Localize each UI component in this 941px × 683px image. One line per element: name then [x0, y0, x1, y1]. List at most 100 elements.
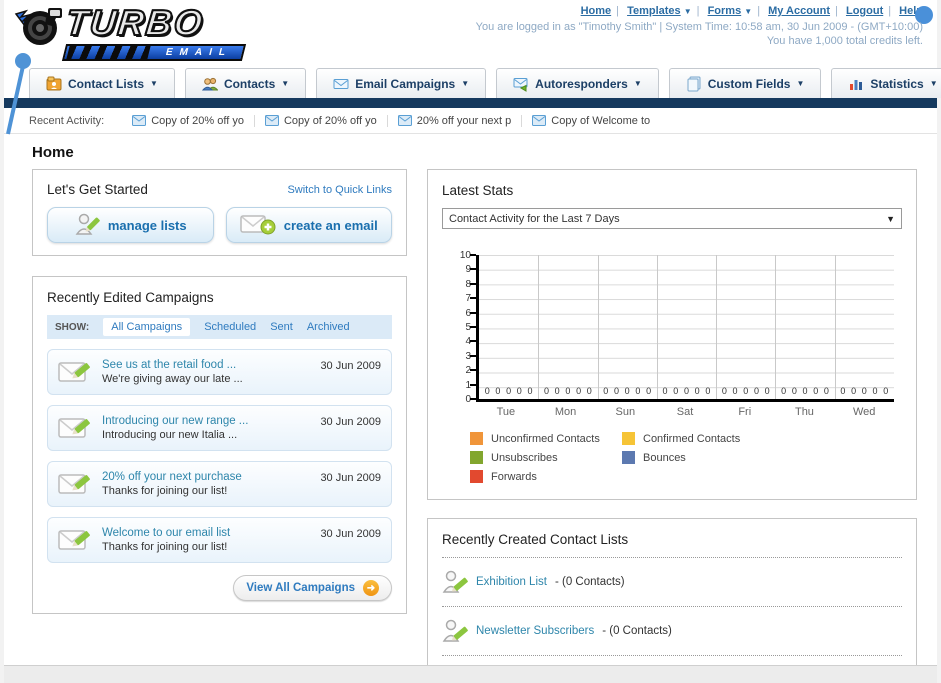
campaign-title-link[interactable]: Welcome to our email list [102, 527, 320, 539]
legend-swatch [470, 432, 483, 445]
x-axis-label: Tue [496, 406, 516, 418]
y-axis-tick-mark [470, 326, 476, 328]
top-link-my-account[interactable]: My Account [768, 5, 830, 17]
chart-vertical-gridline [597, 255, 599, 399]
chart-value-label: 0 [861, 386, 867, 396]
chart-plot-area: 10 9 8 7 6 5 4 3 2 1 0 0 0 0 0 0 0 0 0 0 0 0 0 0 0 0 0 0 0 0 0 0 0 0 0 0 0 0 0… [460, 250, 894, 405]
contact-list-link[interactable]: Exhibition List [476, 576, 547, 588]
tab-label: Custom Fields [707, 76, 791, 91]
credits-text: You have 1,000 total credits left. [766, 35, 923, 47]
contact-list-count: - (0 Contacts) [554, 576, 625, 588]
recent-activity-item[interactable]: 20% off your next p [388, 114, 523, 127]
filter-scheduled[interactable]: Scheduled [204, 321, 256, 333]
chart-value-label: 0 [743, 386, 749, 396]
create-email-button[interactable]: create an email [225, 207, 392, 243]
tab-label: Autoresponders [535, 76, 628, 91]
email-campaigns-icon [333, 76, 349, 92]
footer-strip [4, 665, 937, 683]
chart-value-label: 0 [764, 386, 770, 396]
chevron-down-icon: ▼ [886, 213, 895, 224]
contact-lists-icon [46, 76, 62, 92]
chart-value-label: 0 [840, 386, 846, 396]
nav-divider-bar [4, 98, 937, 108]
x-axis-label: Mon [554, 406, 577, 418]
envelope-pencil-icon [58, 359, 92, 385]
campaign-date: 30 Jun 2009 [320, 416, 381, 428]
chart-day-values: 00000 [716, 386, 775, 396]
campaign-row[interactable]: Welcome to our email list Thanks for joi… [47, 517, 392, 563]
latest-stats-panel: Latest Stats Contact Activity for the La… [427, 169, 917, 500]
tab-email-campaigns[interactable]: Email Campaigns ▼ [316, 68, 487, 98]
chart-value-label: 0 [781, 386, 787, 396]
campaign-row[interactable]: 20% off your next purchase Thanks for jo… [47, 461, 392, 507]
divider [442, 557, 902, 558]
chevron-down-icon: ▼ [461, 79, 470, 88]
filter-archived[interactable]: Archived [307, 321, 350, 333]
chevron-down-icon: ▼ [150, 79, 158, 88]
campaign-title-link[interactable]: 20% off your next purchase [102, 471, 320, 483]
recent-activity-item[interactable]: Copy of 20% off yo [255, 114, 388, 127]
y-axis-tick-mark [470, 297, 476, 300]
top-link-logout[interactable]: Logout [846, 5, 883, 17]
arrow-right-icon: ➜ [363, 580, 379, 596]
tab-statistics[interactable]: Statistics ▼ [831, 68, 941, 98]
stats-dropdown[interactable]: Contact Activity for the Last 7 Days ▼ [442, 208, 902, 229]
chart-value-label: 0 [802, 386, 808, 396]
y-axis-tick-mark [470, 398, 476, 400]
get-started-title: Let's Get Started [47, 182, 148, 197]
chart-legend: Unconfirmed Contacts Confirmed Contacts Un… [470, 432, 902, 483]
envelope-pencil-icon [58, 415, 92, 441]
legend-label: Unsubscribes [491, 451, 558, 464]
envelope-icon [532, 115, 547, 126]
recent-activity-text: Copy of 20% off yo [283, 114, 377, 127]
chart-day-values: 00000 [657, 386, 716, 396]
manage-lists-button[interactable]: manage lists [47, 207, 214, 243]
campaign-title-link[interactable]: See us at the retail food ... [102, 359, 320, 371]
chevron-down-icon: ▼ [281, 79, 290, 88]
tab-contacts[interactable]: Contacts ▼ [184, 68, 307, 98]
campaign-title-link[interactable]: Introducing our new range ... [102, 415, 320, 427]
top-link-templates[interactable]: Templates [627, 5, 681, 17]
recent-activity-item[interactable]: Copy of Welcome to [522, 115, 660, 127]
main-nav-tabs: Contact Lists ▼ Contacts ▼ Email Campaig… [4, 68, 941, 98]
chart-value-label: 0 [813, 386, 819, 396]
chart-value-label: 0 [732, 386, 738, 396]
envelope-pencil-icon [58, 471, 92, 497]
tab-autoresponders[interactable]: Autoresponders ▼ [496, 68, 659, 98]
contact-lists-title: Recently Created Contact Lists [442, 532, 629, 547]
switch-quick-links[interactable]: Switch to Quick Links [287, 184, 392, 196]
left-column: Let's Get Started Switch to Quick Links … [32, 169, 407, 614]
chart-value-label: 0 [646, 386, 652, 396]
legend-label: Bounces [643, 451, 686, 464]
filter-sent[interactable]: Sent [270, 321, 293, 333]
tab-custom-fields[interactable]: Custom Fields ▼ [668, 68, 822, 98]
y-axis-tick-label: 10 [459, 250, 471, 261]
top-link-home[interactable]: Home [581, 5, 612, 17]
contact-list-link[interactable]: Newsletter Subscribers [476, 625, 594, 637]
logo-email-banner: EMAIL [61, 44, 247, 61]
contact-list-row[interactable]: Newsletter Subscribers - (0 Contacts) [442, 615, 902, 647]
recent-activity-item[interactable]: Copy of 20% off yo [122, 114, 255, 127]
contact-lists-panel: Recently Created Contact Lists Exhibitio… [427, 518, 917, 683]
contact-list-row[interactable]: Exhibition List - (0 Contacts) [442, 566, 902, 598]
filter-all-campaigns[interactable]: All Campaigns [103, 318, 191, 336]
recent-activity-text: 20% off your next p [416, 114, 512, 127]
top-link-forms[interactable]: Forms [708, 5, 742, 17]
turbo-engine-icon [12, 4, 66, 50]
chevron-down-icon: ▼ [744, 7, 753, 16]
view-all-campaigns-button[interactable]: View All Campaigns ➜ [233, 575, 392, 601]
custom-fields-icon [686, 76, 702, 92]
stats-dropdown-value: Contact Activity for the Last 7 Days [449, 212, 620, 225]
chart-value-label: 0 [543, 386, 549, 396]
legend-label: Confirmed Contacts [643, 432, 741, 445]
x-axis-label: Fri [738, 406, 752, 418]
divider [442, 606, 902, 607]
tab-label: Contact Lists [68, 76, 145, 91]
campaign-row[interactable]: Introducing our new range ... Introducin… [47, 405, 392, 451]
y-axis-tick-label: 4 [465, 336, 471, 348]
latest-stats-title: Latest Stats [442, 183, 514, 198]
tab-contact-lists[interactable]: Contact Lists ▼ [29, 68, 175, 98]
campaign-subtitle: We're giving away our late ... [102, 373, 243, 385]
legend-swatch [470, 451, 483, 464]
campaign-row[interactable]: See us at the retail food ... We're givi… [47, 349, 392, 395]
